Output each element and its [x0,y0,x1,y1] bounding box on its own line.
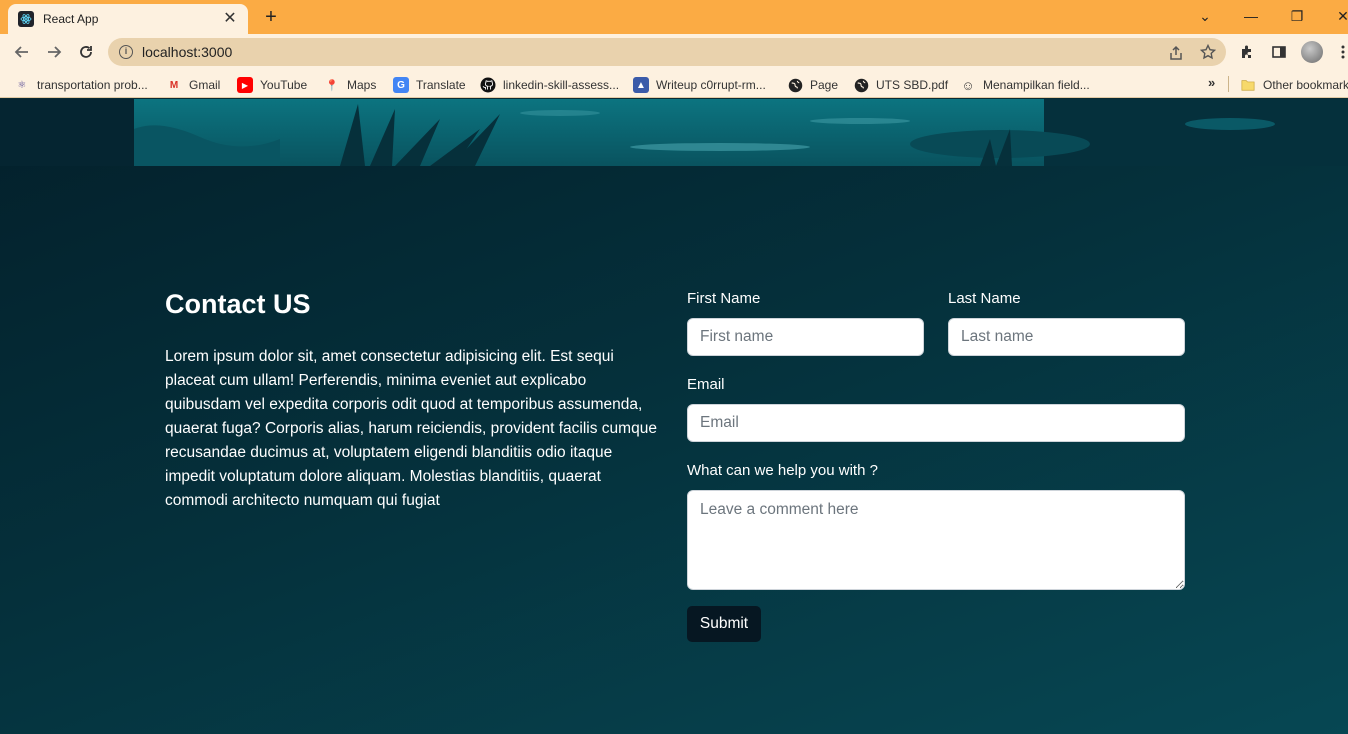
bookmark-label: Maps [347,78,377,92]
bookmark-item[interactable]: linkedin-skill-assess... [480,76,619,94]
share-icon[interactable] [1167,44,1185,62]
bookmark-label: YouTube [260,78,308,92]
site-info-icon[interactable]: i [119,45,133,59]
first-name-input[interactable] [687,318,924,356]
page-content: Contact US Lorem ipsum dolor sit, amet c… [0,99,1348,734]
email-label: Email [687,376,725,393]
translate-icon: G [393,77,409,93]
banner-illustration [134,99,1348,166]
bookmark-item[interactable]: 📍 Maps [324,76,376,94]
tab-strip: React App ✕ + ⌄ — ❐ ✕ [0,0,1348,34]
profile-avatar[interactable] [1301,41,1323,63]
tab-search-icon[interactable]: ⌄ [1193,6,1217,26]
last-name-input[interactable] [948,318,1185,356]
browser-tab[interactable]: React App ✕ [8,4,248,34]
bookmark-star-icon[interactable] [1199,43,1217,61]
other-bookmarks-folder[interactable]: Other bookmarks [1240,76,1348,94]
github-icon [480,77,496,93]
bookmark-label: UTS SBD.pdf [876,78,949,92]
menu-icon[interactable] [1334,43,1348,61]
bookmark-label: Other bookmarks [1263,78,1348,92]
globe-icon [787,77,803,93]
url-text[interactable]: localhost:3000 [142,44,232,60]
globe-icon [853,77,869,93]
more-bookmarks-button[interactable]: » [1208,75,1215,90]
minimize-button[interactable]: — [1239,6,1263,26]
address-bar[interactable]: i localhost:3000 [108,38,1226,66]
bookmark-item[interactable]: ⚛ transportation prob... [14,76,148,94]
bookmark-label: Menampilkan field... [983,78,1090,92]
bookmark-label: linkedin-skill-assess... [503,78,620,92]
new-tab-button[interactable]: + [260,6,282,28]
bookmark-label: Gmail [189,78,221,92]
bookmark-item[interactable]: ☺ Menampilkan field... [960,76,1090,94]
bookmark-item[interactable]: G Translate [393,76,466,94]
extensions-icon[interactable] [1238,43,1256,61]
banner-image [0,99,1348,166]
youtube-icon: ▶ [237,77,253,93]
tab-close-icon[interactable]: ✕ [222,11,238,27]
bookmark-item[interactable]: ▲ Writeup c0rrupt-rm... [633,76,766,94]
folder-icon [1240,77,1256,93]
bookmark-label: Writeup c0rrupt-rm... [656,78,766,92]
restore-button[interactable]: ❐ [1285,6,1309,26]
bookmark-item[interactable]: Page [787,76,838,94]
bookmarks-bar: ⚛ transportation prob... M Gmail ▶ YouTu… [0,70,1348,98]
bookmark-label: Page [810,78,839,92]
gmail-icon: M [169,79,179,91]
contact-title: Contact US [165,289,311,319]
bookmark-label: Translate [416,78,466,92]
side-panel-icon[interactable] [1270,43,1288,61]
submit-button[interactable]: Submit [687,606,761,642]
maps-icon: 📍 [325,79,339,92]
forward-icon[interactable] [42,40,66,64]
image-icon: ▲ [633,77,649,93]
email-input[interactable] [687,404,1185,442]
comment-label: What can we help you with ? [687,462,878,479]
first-name-label: First Name [687,290,761,307]
reload-icon[interactable] [74,40,98,64]
comment-textarea[interactable] [687,490,1185,590]
react-icon [18,11,34,27]
react-icon: ⚛ [17,79,27,91]
last-name-label: Last Name [948,290,1021,307]
bookmark-item[interactable]: UTS SBD.pdf [853,76,948,94]
tab-title: React App [43,12,99,26]
back-icon[interactable] [10,40,34,64]
browser-toolbar: i localhost:3000 [0,34,1348,70]
close-window-button[interactable]: ✕ [1331,6,1348,26]
contact-description: Lorem ipsum dolor sit, amet consectetur … [165,348,657,509]
bookmark-label: transportation prob... [37,78,148,92]
bookmark-item[interactable]: ▶ YouTube [237,76,307,94]
bookmark-item[interactable]: M Gmail [166,76,221,94]
bookmarks-divider [1228,76,1229,92]
person-icon: ☺ [961,77,975,93]
